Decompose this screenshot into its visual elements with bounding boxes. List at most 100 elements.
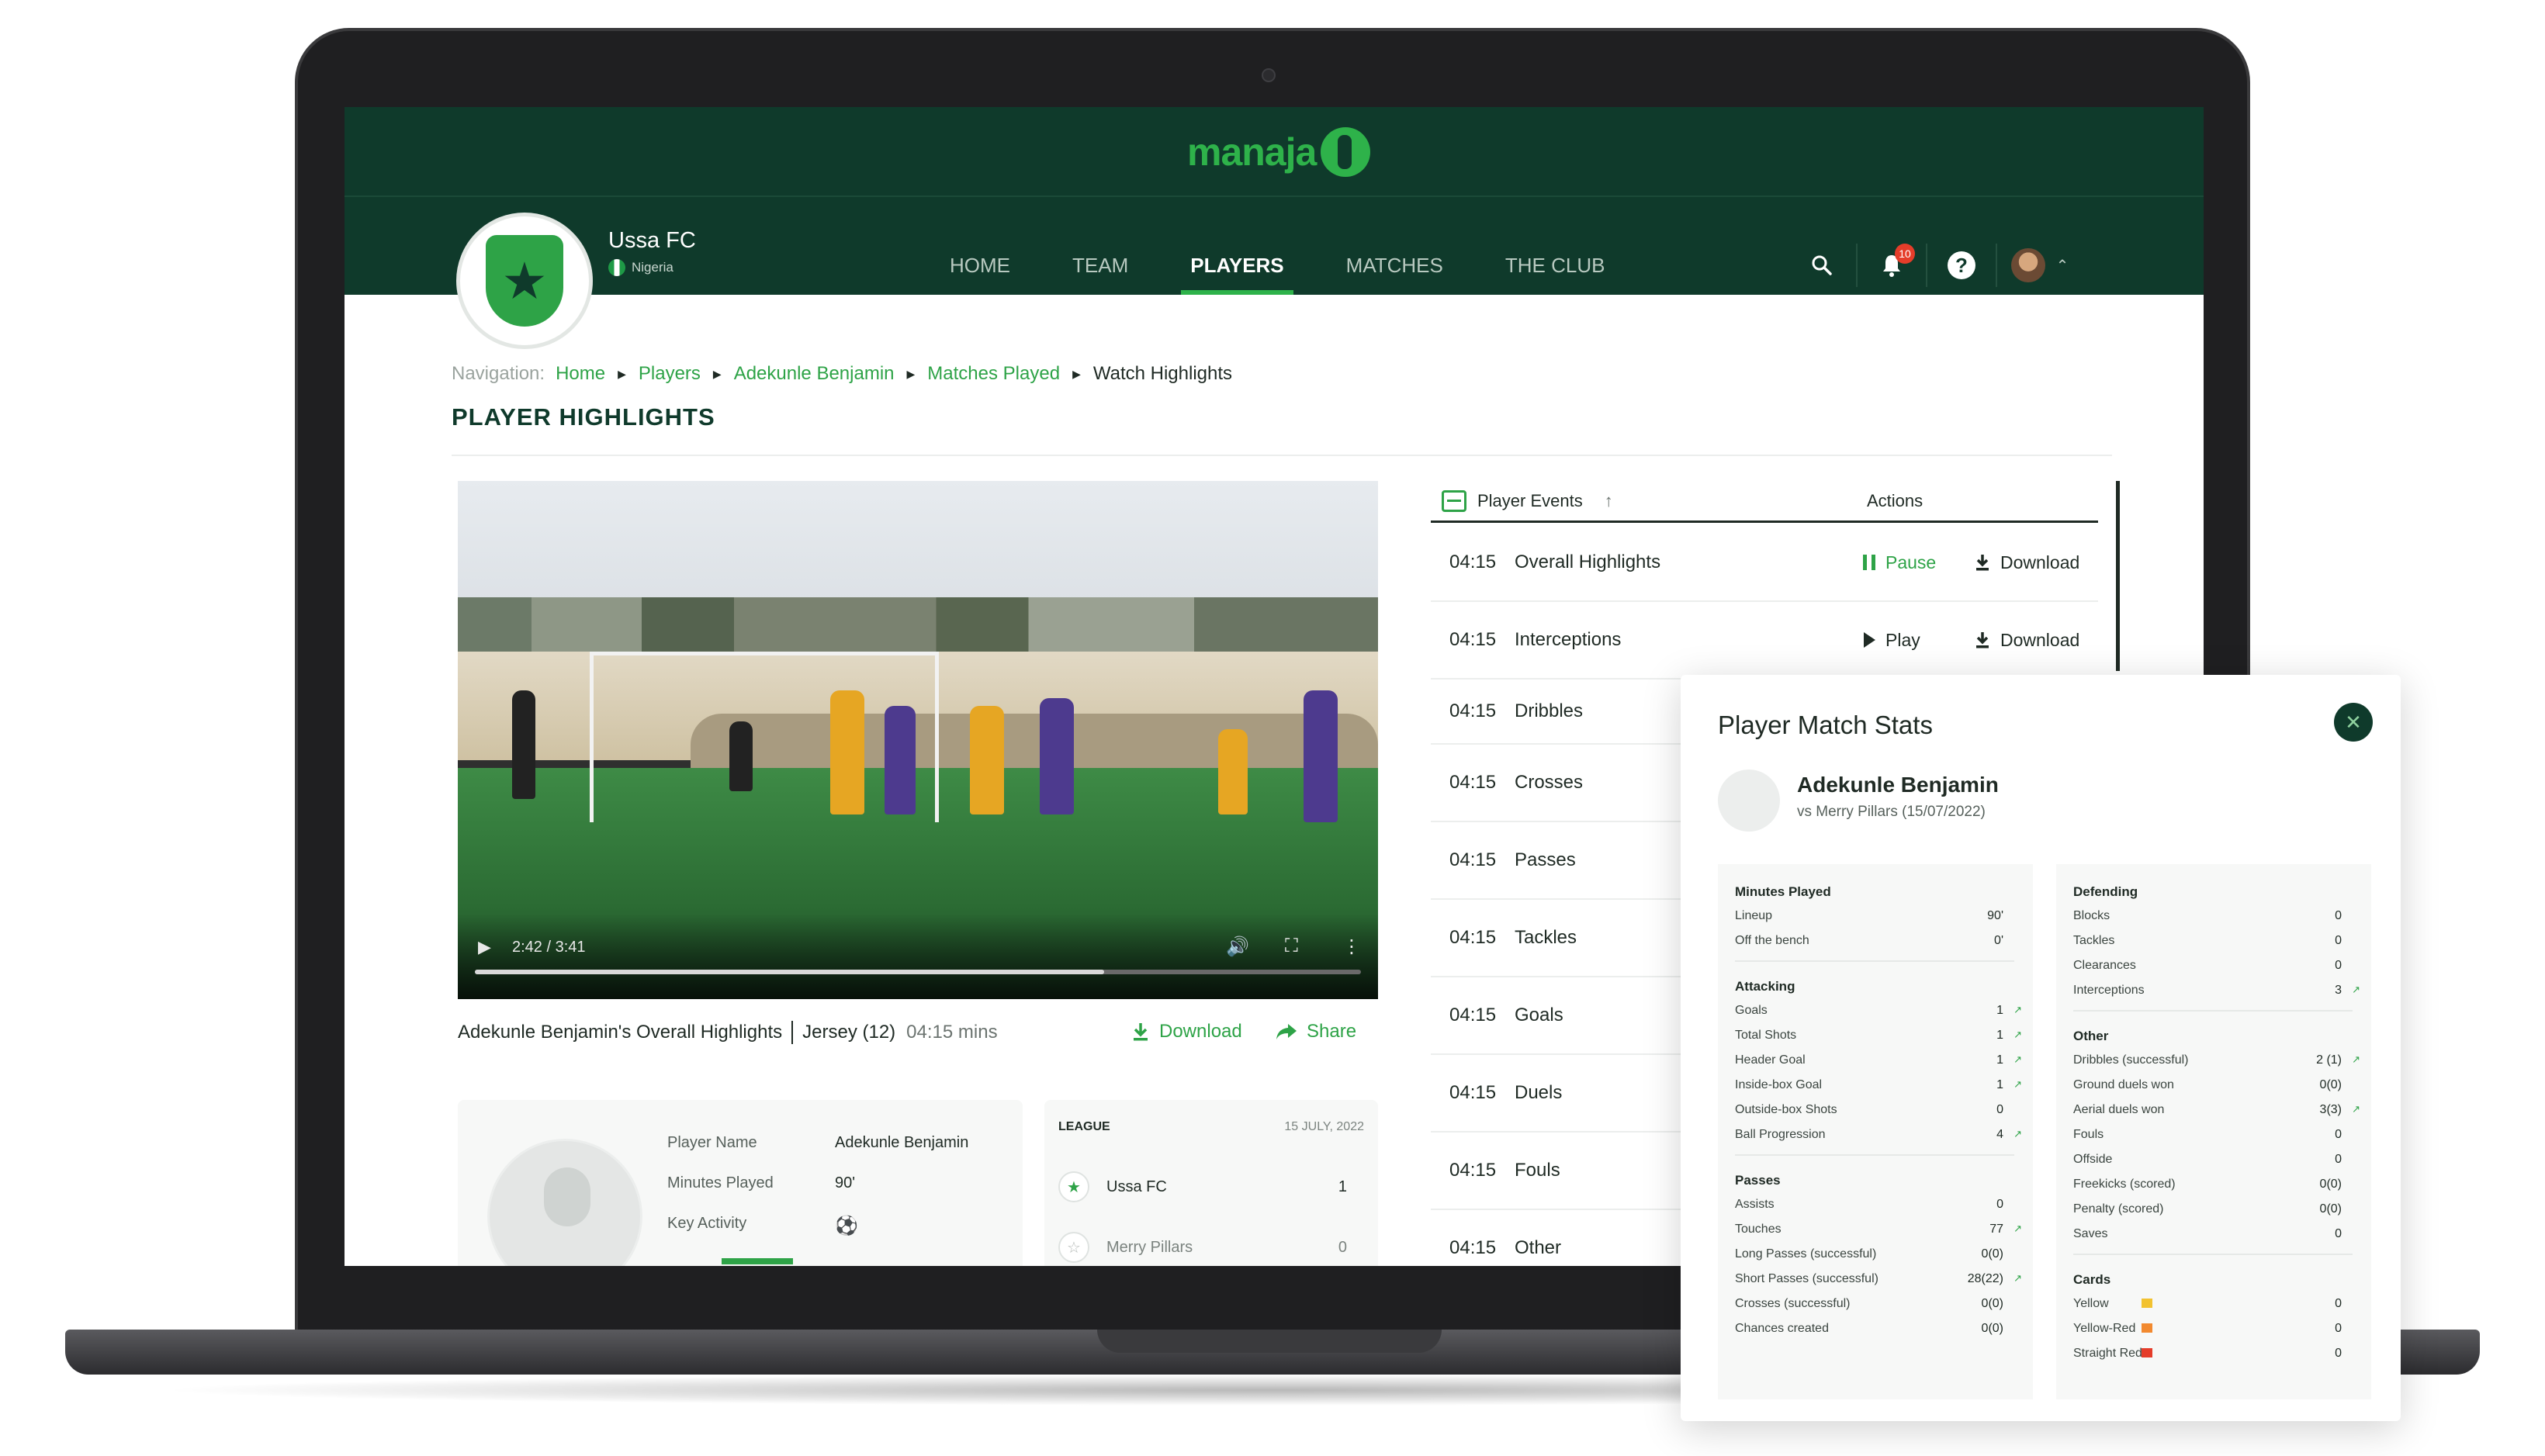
- video-share-button[interactable]: Share: [1276, 1021, 1356, 1043]
- video-download-button[interactable]: Download: [1131, 1021, 1242, 1043]
- stat-value: 1: [1996, 1029, 2003, 1042]
- stat-row: Touches 77 ↗: [1735, 1223, 2022, 1236]
- download-button[interactable]: Download: [1974, 630, 2079, 651]
- download-label: Download: [2000, 552, 2080, 572]
- stat-name: Offside: [2073, 1153, 2113, 1166]
- nav-matches[interactable]: MATCHES: [1315, 253, 1474, 295]
- stat-row: Yellow 0: [2073, 1297, 2360, 1311]
- pause-icon: [1863, 555, 1875, 570]
- help-button[interactable]: ?: [1927, 244, 1997, 287]
- video-player-figure: [729, 721, 753, 791]
- stat-value: 90': [1987, 909, 2003, 922]
- nav-home[interactable]: HOME: [919, 253, 1041, 295]
- download-label: Download: [2000, 629, 2080, 650]
- event-time: 04:15: [1449, 1082, 1497, 1103]
- stat-value: 0: [2335, 909, 2342, 922]
- stat-value: 0': [1994, 934, 2003, 947]
- team-name: Ussa FC: [1106, 1178, 1167, 1195]
- play-icon: [1864, 632, 1875, 648]
- stat-row: Crosses (successful) 0(0): [1735, 1297, 2022, 1311]
- breadcrumb-player[interactable]: Adekunle Benjamin: [734, 363, 895, 385]
- trend-up-icon: [2003, 934, 2022, 948]
- breadcrumb-separator-icon: ▶: [712, 367, 722, 380]
- stat-name: Off the bench: [1735, 934, 1809, 947]
- breadcrumb-current: Watch Highlights: [1092, 363, 1233, 384]
- play-button[interactable]: Play: [1862, 630, 1920, 651]
- top-bar: manaja: [345, 107, 2204, 197]
- league-label: LEAGUE: [1058, 1120, 1110, 1133]
- stat-row: Offside 0: [2073, 1153, 2360, 1167]
- stats-section-title: Minutes Played: [1735, 884, 1831, 899]
- avatar: [2010, 248, 2045, 282]
- stat-value: 0(0): [2319, 1202, 2342, 1216]
- trend-up-icon: [2342, 1347, 2360, 1361]
- stat-value: 0: [2335, 1227, 2342, 1240]
- video-player-figure: [830, 690, 864, 814]
- pause-button[interactable]: Pause: [1862, 552, 1936, 573]
- trend-up-icon: ↗: [2013, 1128, 2022, 1140]
- notifications-button[interactable]: 10: [1858, 244, 1927, 287]
- event-row[interactable]: 04:15 Interceptions Play Download: [1431, 602, 2098, 680]
- trend-up-icon: [2342, 1128, 2360, 1142]
- event-name: Duels: [1515, 1082, 1563, 1103]
- breadcrumb: Navigation: Home ▶ Players ▶ Adekunle Be…: [452, 363, 1232, 385]
- info-key: Player Name: [667, 1134, 757, 1151]
- sort-icon[interactable]: ↑: [1605, 491, 1613, 511]
- stat-name: Ground duels won: [2073, 1078, 2174, 1091]
- stat-name: Yellow: [2073, 1297, 2109, 1310]
- trend-up-icon: [2003, 909, 2022, 923]
- stat-value: 0: [2335, 1322, 2342, 1335]
- stats-title: Player Match Stats: [1718, 711, 1933, 739]
- event-name: Dribbles: [1515, 700, 1584, 721]
- breadcrumb-separator-icon: ▶: [1072, 367, 1081, 380]
- stat-row: Ball Progression 4 ↗: [1735, 1128, 2022, 1142]
- profile-menu[interactable]: ⌃: [1997, 244, 2083, 287]
- breadcrumb-matches-played[interactable]: Matches Played: [927, 363, 1060, 385]
- nav-team[interactable]: TEAM: [1041, 253, 1159, 295]
- stat-value: 0(0): [1981, 1247, 2003, 1261]
- stat-name: Clearances: [2073, 959, 2136, 972]
- info-key: Key Activity: [667, 1215, 747, 1232]
- stat-row: Aerial duels won 3(3) ↗: [2073, 1103, 2360, 1117]
- close-button[interactable]: ✕: [2334, 703, 2373, 742]
- video-time: 2:42 / 3:41: [512, 939, 586, 956]
- more-icon[interactable]: ⋮: [1342, 936, 1361, 958]
- club-badge[interactable]: ★: [456, 213, 593, 349]
- events-scrollbar[interactable]: [2116, 481, 2120, 671]
- video-player[interactable]: ▶ 2:42 / 3:41 🔊 ⛶ ⋮: [458, 481, 1378, 999]
- trend-up-icon: [2003, 1247, 2022, 1261]
- video-share-label: Share: [1307, 1021, 1357, 1042]
- trend-up-icon: [2003, 1198, 2022, 1212]
- stats-match-label: vs Merry Pillars (15/07/2022): [1797, 804, 1986, 820]
- event-name: Overall Highlights: [1515, 552, 1661, 572]
- search-button[interactable]: [1788, 244, 1858, 287]
- stat-name: Blocks: [2073, 909, 2110, 922]
- card-yellow-icon: [2142, 1299, 2152, 1308]
- nav-the-club[interactable]: THE CLUB: [1474, 253, 1636, 295]
- app-logo[interactable]: manaja: [1187, 124, 1371, 180]
- stat-row: Dribbles (successful) 2 (1) ↗: [2073, 1053, 2360, 1067]
- stat-value: 1: [1996, 1078, 2003, 1091]
- stat-value: 0: [2335, 934, 2342, 947]
- video-trees: [458, 597, 1378, 659]
- video-player-figure: [512, 690, 535, 799]
- trend-up-icon: ↗: [2013, 1029, 2022, 1040]
- trend-up-icon: ↗: [2013, 1078, 2022, 1090]
- stat-row: Header Goal 1 ↗: [1735, 1053, 2022, 1067]
- info-row-key-activity: Key Activity ⚽: [667, 1215, 858, 1237]
- event-name: Fouls: [1515, 1160, 1560, 1181]
- section-divider: [1735, 1154, 2014, 1156]
- fullscreen-icon[interactable]: ⛶: [1285, 936, 1298, 957]
- trend-up-icon: ↗: [2013, 1004, 2022, 1015]
- event-row[interactable]: 04:15 Overall Highlights Pause Download: [1431, 524, 2098, 602]
- download-icon: [1976, 632, 1989, 648]
- breadcrumb-players[interactable]: Players: [639, 363, 701, 385]
- volume-icon[interactable]: 🔊: [1226, 936, 1249, 958]
- nav-players[interactable]: PLAYERS: [1159, 253, 1314, 295]
- download-button[interactable]: Download: [1974, 552, 2079, 573]
- play-icon[interactable]: ▶: [478, 937, 491, 957]
- video-progress-track[interactable]: [475, 970, 1361, 974]
- breadcrumb-home[interactable]: Home: [556, 363, 605, 385]
- stat-value: 0: [2335, 1128, 2342, 1141]
- video-player-figure: [970, 706, 1004, 814]
